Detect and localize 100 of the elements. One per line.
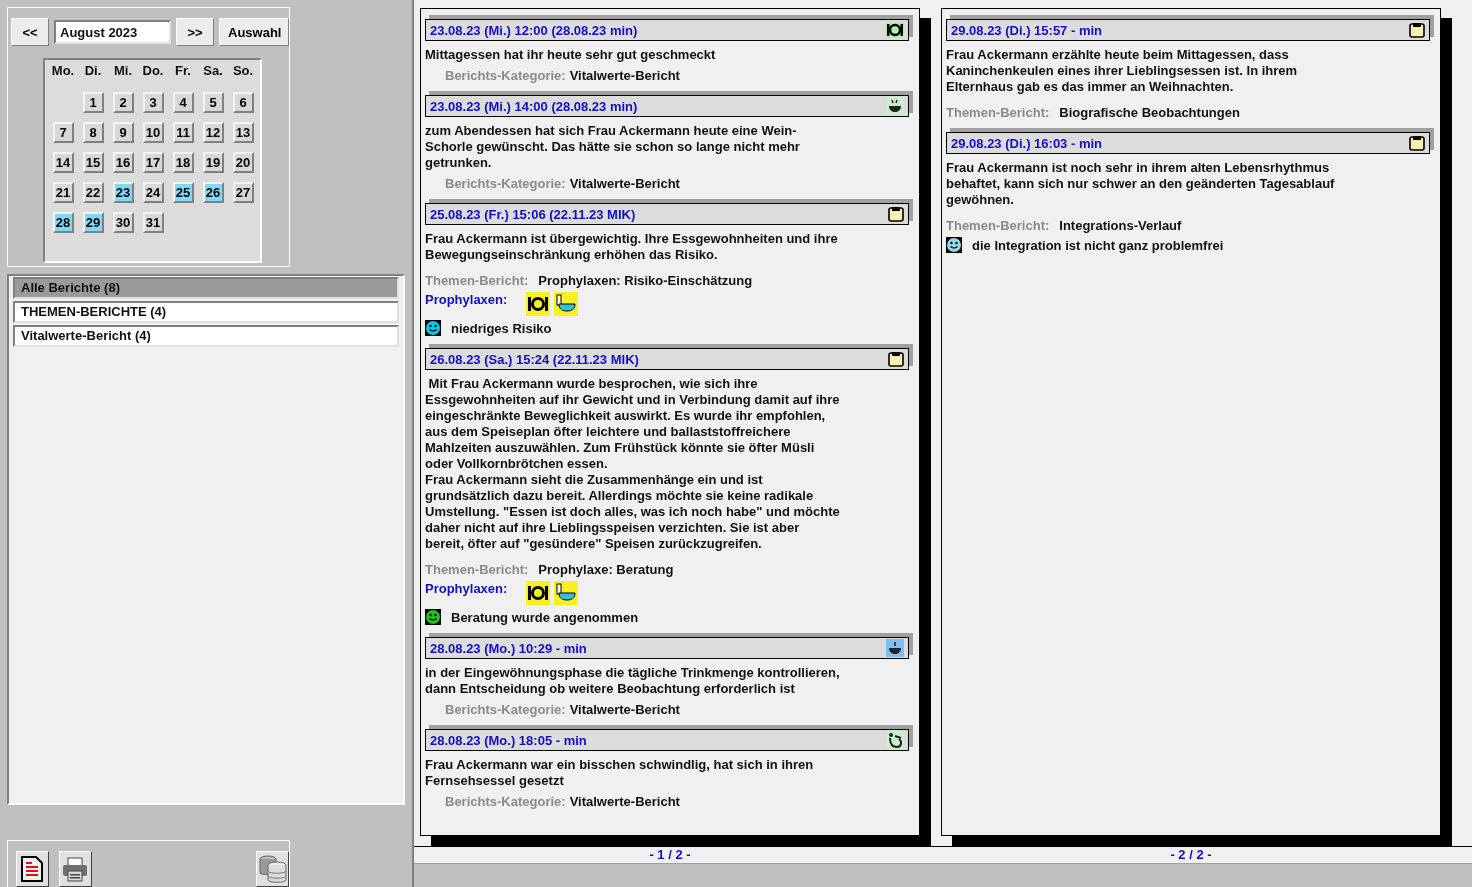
- entry-date-time: 28.08.23 (Mo.) 10:29 - min: [430, 640, 587, 656]
- day-button[interactable]: 8: [82, 122, 104, 143]
- day-button[interactable]: 12: [202, 122, 224, 143]
- report-text: Frau Ackermann erzählte heute beim Mittagessen, dass Kaninchenkeulen eines ihrer Lieblingsessen ist. In ihrem Elternhaus gab es das immer an Weihnachten.: [946, 47, 1299, 95]
- day-button[interactable]: 14: [52, 152, 74, 173]
- day-button[interactable]: 22: [82, 182, 104, 203]
- meta-label: Berichts-Kategorie:: [445, 176, 566, 191]
- database-icon: [257, 854, 288, 884]
- month-field[interactable]: August 2023: [54, 20, 171, 44]
- prophylaxes-label: Prophylaxen:: [425, 581, 509, 596]
- day-button[interactable]: 16: [112, 152, 134, 173]
- day-button[interactable]: 9: [112, 122, 134, 143]
- report-text: Frau Ackermann ist übergewichtig. Ihre Essgewohnheiten und ihre Bewegungseinschränkung erhöhen das Risiko.: [425, 231, 839, 263]
- report-text: zum Abendessen hat sich Frau Ackermann heute eine Wein- Schorle gewünscht. Das hätte sie schon so lange nicht mehr getrunken.: [425, 123, 801, 171]
- day-button[interactable]: 21: [52, 182, 74, 203]
- result-text: die Integration ist nicht ganz problemfrei: [972, 237, 1224, 253]
- report-text: Frau Ackermann war ein bisschen schwindlig, hat sich in ihren Fernsehsessel gesetzt: [425, 757, 815, 789]
- next-month-button[interactable]: >>: [176, 18, 214, 46]
- day-button[interactable]: 6: [232, 92, 254, 113]
- meta-label: Berichts-Kategorie:: [445, 68, 566, 83]
- day-button[interactable]: 13: [232, 122, 254, 143]
- day-button[interactable]: 7: [52, 122, 74, 143]
- day-button[interactable]: 20: [232, 152, 254, 173]
- day-button[interactable]: 1: [82, 92, 104, 113]
- meta-value: Vitalwerte-Bericht: [569, 794, 680, 809]
- day-button[interactable]: 10: [142, 122, 164, 143]
- report-text: Mittagessen hat ihr heute sehr gut geschmeckt: [425, 47, 717, 63]
- meta-value: Vitalwerte-Bericht: [569, 702, 680, 717]
- bowl-icon: [886, 97, 904, 115]
- meta-label: Themen-Bericht:: [425, 562, 529, 577]
- weekday-label: Fr.: [174, 62, 192, 80]
- day-button[interactable]: 18: [172, 152, 194, 173]
- day-button[interactable]: 29: [82, 212, 104, 233]
- meta-label: Themen-Bericht:: [946, 218, 1050, 233]
- meta-label: Berichts-Kategorie:: [445, 794, 566, 809]
- entry-date-time: 25.08.23 (Fr.) 15:06 (22.11.23 MIK): [430, 206, 636, 222]
- meta-value: Prophylaxen: Risiko-Einschätzung: [538, 273, 753, 288]
- weekday-label: Mo.: [50, 62, 76, 80]
- day-button[interactable]: 30: [112, 212, 134, 233]
- day-button[interactable]: 3: [142, 92, 164, 113]
- day-button[interactable]: 19: [202, 152, 224, 173]
- smiley-icon: [425, 609, 441, 625]
- weekday-label: Di.: [83, 62, 103, 80]
- day-button[interactable]: 31: [142, 212, 164, 233]
- print-button[interactable]: [58, 851, 92, 887]
- document-icon: [19, 855, 46, 883]
- meta-value: Vitalwerte-Bericht: [569, 176, 680, 191]
- smiley-icon: [946, 237, 962, 253]
- entry-date-time: 28.08.23 (Mo.) 18:05 - min: [430, 732, 587, 748]
- plate-cutlery-icon: [526, 581, 550, 605]
- weekday-label: Sa.: [202, 62, 224, 80]
- day-button[interactable]: 27: [232, 182, 254, 203]
- day-button[interactable]: 2: [112, 92, 134, 113]
- toilet-icon: [554, 292, 578, 316]
- day-button[interactable]: 25: [172, 182, 194, 203]
- weekday-label: Mi.: [112, 62, 134, 80]
- day-button[interactable]: 4: [172, 92, 194, 113]
- document-button[interactable]: [16, 851, 49, 887]
- day-button[interactable]: 26: [202, 182, 224, 203]
- entry-date-time: 23.08.23 (Mi.) 12:00 (28.08.23 min): [430, 22, 638, 38]
- prophylaxes-label: Prophylaxen:: [425, 292, 509, 307]
- day-button[interactable]: 17: [142, 152, 164, 173]
- result-text: Beratung wurde angenommen: [451, 609, 639, 625]
- report-text: Mit Frau Ackermann wurde besprochen, wie sich ihre Essgewohnheiten auf ihr Gewicht und in Verbindung damit auf ihre eingeschränkte Beweglichkeit auswirkt. Es wurde ihr empfohlen, aus dem Speiseplan öfter leichtere und ballaststoffreichere Mahlzeiten auszuwählen. Zum Frühstück könnte sie öfter Müsli oder Vollkornbrötchen essen. Frau Ackermann sieht die Zusammenhänge ein und ist grundsätzlich dazu bereit. Allerdings möchte sie keine radikale Umstellung. "Essen ist doch alles, was ich noch habe" und möchte daher nicht auf ihre Lieblingsspeisen verzichten. Sie ist aber bereit, öfter auf "gesündere" Speisen zurückzugreifen.: [425, 376, 841, 552]
- day-button[interactable]: 23: [112, 182, 134, 203]
- meta-value: Vitalwerte-Bericht: [569, 68, 680, 83]
- day-button[interactable]: 28: [52, 212, 74, 233]
- meta-label: Themen-Bericht:: [946, 105, 1050, 120]
- clipboard-icon: [1409, 22, 1425, 38]
- filter-item[interactable]: THEMEN-BERICHTE (4): [13, 300, 399, 323]
- smiley-icon: [425, 320, 441, 336]
- result-text: niedriges Risiko: [451, 320, 552, 336]
- entry-date-time: 29.08.23 (Di.) 16:03 - min: [951, 135, 1102, 151]
- day-button[interactable]: 5: [202, 92, 224, 113]
- report-text: in der Eingewöhnungsphase die tägliche Trinkmenge kontrollieren, dann Entscheidung ob weitere Beobachtung erforderlich ist: [425, 665, 841, 697]
- filter-item[interactable]: Vitalwerte-Bericht (4): [13, 324, 399, 347]
- select-button[interactable]: Auswahl: [219, 18, 289, 46]
- weekday-label: Do.: [141, 62, 165, 80]
- plate-cutlery-icon: [886, 22, 904, 38]
- meta-label: Berichts-Kategorie:: [445, 702, 566, 717]
- cup-icon: [886, 639, 904, 657]
- meta-value: Biografische Beobachtungen: [1059, 105, 1240, 120]
- meta-value: Integrations-Verlauf: [1059, 218, 1182, 233]
- meta-label: Themen-Bericht:: [425, 273, 529, 288]
- day-button[interactable]: 15: [82, 152, 104, 173]
- page-number: - 1 / 2 -: [648, 847, 692, 863]
- database-button[interactable]: [256, 851, 289, 887]
- weekday-label: So.: [231, 62, 255, 80]
- clipboard-icon: [888, 351, 904, 367]
- plate-cutlery-icon: [526, 292, 550, 316]
- filter-item[interactable]: Alle Berichte (8): [13, 276, 399, 299]
- person-icon: [886, 731, 904, 749]
- entry-date-time: 29.08.23 (Di.) 15:57 - min: [951, 22, 1102, 38]
- day-button[interactable]: 24: [142, 182, 164, 203]
- printer-icon: [61, 856, 90, 882]
- day-button[interactable]: 11: [172, 122, 194, 143]
- page-number: - 2 / 2 -: [1169, 847, 1213, 863]
- clipboard-icon: [1409, 135, 1425, 151]
- previous-month-button[interactable]: <<: [11, 18, 49, 46]
- report-text: Frau Ackermann ist noch sehr in ihrem alten Lebensrhythmus behaftet, kann sich nur schwer an den geänderten Tagesablauf gewöhnen.: [946, 160, 1336, 208]
